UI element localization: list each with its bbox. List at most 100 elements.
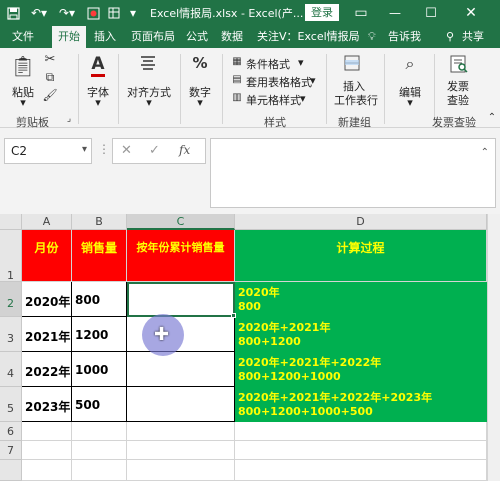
- copy-icon[interactable]: ⧉: [42, 70, 58, 85]
- row-header-6[interactable]: 6: [0, 422, 22, 441]
- column-header-c[interactable]: C: [127, 214, 235, 230]
- close-icon[interactable]: ✕: [460, 4, 482, 22]
- header-cell-process[interactable]: 计算过程: [235, 230, 487, 282]
- conditional-format-button[interactable]: 条件格式: [246, 56, 290, 72]
- cell-c5[interactable]: [127, 387, 235, 422]
- cell-d3[interactable]: 2020年+2021年 800+1200: [235, 317, 487, 352]
- cell-a8[interactable]: [22, 460, 72, 481]
- column-header-b[interactable]: B: [72, 214, 127, 230]
- tab-data[interactable]: 数据: [221, 26, 243, 48]
- record-icon[interactable]: [84, 4, 102, 22]
- maximize-icon[interactable]: ☐: [420, 4, 442, 22]
- cell-c6[interactable]: [127, 422, 235, 441]
- cell-a7[interactable]: [22, 441, 72, 460]
- row-header-8[interactable]: [0, 460, 22, 481]
- insert-function-icon[interactable]: fx: [179, 143, 190, 157]
- tab-formulas[interactable]: 公式: [186, 26, 208, 48]
- cell-c4[interactable]: [127, 352, 235, 387]
- cell-b4[interactable]: 1000: [72, 352, 127, 387]
- cell-b8[interactable]: [72, 460, 127, 481]
- cell-a2[interactable]: 2020年: [22, 282, 72, 317]
- lightbulb-icon[interactable]: 💡︎: [368, 26, 376, 48]
- tab-follow[interactable]: 关注V：Excel情报局: [257, 26, 360, 48]
- cell-b6[interactable]: [72, 422, 127, 441]
- header-cell-cumulative[interactable]: 按年份累计销售量: [127, 230, 235, 282]
- clipboard-launcher-icon[interactable]: ⌟: [64, 114, 74, 124]
- cell-c8[interactable]: [127, 460, 235, 481]
- cell-a5[interactable]: 2023年: [22, 387, 72, 422]
- cancel-icon[interactable]: ✕: [121, 143, 132, 158]
- cell-c7[interactable]: [127, 441, 235, 460]
- column-header-d[interactable]: D: [235, 214, 487, 230]
- name-box-dropdown-icon[interactable]: ▾: [82, 144, 87, 155]
- align-icon[interactable]: [136, 54, 160, 74]
- undo-icon[interactable]: ↶▾: [28, 4, 50, 22]
- fill-handle[interactable]: [231, 313, 236, 318]
- login-button[interactable]: 登录: [305, 4, 339, 21]
- conditional-format-dropdown-icon[interactable]: ▾: [298, 56, 304, 69]
- cell-a6[interactable]: [22, 422, 72, 441]
- row-header-7[interactable]: 7: [0, 441, 22, 460]
- header-cell-sales[interactable]: 销售量: [72, 230, 127, 282]
- cell-d6[interactable]: [235, 422, 487, 441]
- font-dropdown-icon[interactable]: ▾: [84, 96, 112, 109]
- cell-b7[interactable]: [72, 441, 127, 460]
- vertical-scrollbar[interactable]: [487, 214, 500, 481]
- cell-d2[interactable]: 2020年 800: [235, 282, 487, 317]
- expand-formula-icon[interactable]: ⌃: [481, 147, 489, 158]
- cell-d7[interactable]: [235, 441, 487, 460]
- tab-file[interactable]: 文件: [12, 26, 34, 48]
- redo-icon[interactable]: ↷▾: [56, 4, 78, 22]
- column-header-a[interactable]: A: [22, 214, 72, 230]
- tell-me-button[interactable]: 告诉我: [388, 26, 421, 48]
- align-dropdown-icon[interactable]: ▾: [126, 96, 172, 109]
- table-format-button[interactable]: 套用表格格式: [246, 74, 312, 90]
- invoice-icon[interactable]: [446, 54, 472, 78]
- cell-b5[interactable]: 500: [72, 387, 127, 422]
- format-painter-icon[interactable]: 🖌︎: [42, 88, 58, 102]
- cell-d4[interactable]: 2020年+2021年+2022年 800+1200+1000: [235, 352, 487, 387]
- tab-insert[interactable]: 插入: [94, 26, 116, 48]
- percent-icon[interactable]: %: [188, 54, 212, 72]
- cell-style-button[interactable]: 单元格样式: [246, 92, 301, 108]
- cell-a3[interactable]: 2021年: [22, 317, 72, 352]
- number-dropdown-icon[interactable]: ▾: [186, 96, 214, 109]
- formula-input[interactable]: ⌃: [210, 138, 496, 208]
- name-box[interactable]: C2 ▾: [4, 138, 92, 164]
- invoice-check-label[interactable]: 查验: [440, 92, 476, 108]
- select-all-corner[interactable]: [0, 214, 22, 230]
- tab-page-layout[interactable]: 页面布局: [131, 26, 175, 48]
- row-header-5[interactable]: 5: [0, 387, 22, 422]
- ribbon-display-icon[interactable]: ▭: [350, 4, 372, 22]
- cell-c2-selected[interactable]: [127, 282, 235, 317]
- cell-style-dropdown-icon[interactable]: ▾: [300, 92, 306, 105]
- search-icon[interactable]: ⌕: [398, 54, 422, 74]
- paste-dropdown-icon[interactable]: ▾: [10, 96, 36, 109]
- cell-d8[interactable]: [235, 460, 487, 481]
- cell-b3[interactable]: 1200: [72, 317, 127, 352]
- header-cell-month[interactable]: 月份: [22, 230, 72, 282]
- enter-icon[interactable]: ✓: [149, 143, 160, 158]
- tab-home[interactable]: 开始: [52, 26, 86, 48]
- collapse-ribbon-icon[interactable]: ⌃: [486, 112, 498, 123]
- row-header-2[interactable]: 2: [0, 282, 22, 317]
- font-icon[interactable]: A: [86, 54, 110, 77]
- cell-d5[interactable]: 2020年+2021年+2022年+2023年 800+1200+1000+50…: [235, 387, 487, 422]
- table-format-dropdown-icon[interactable]: ▾: [310, 74, 316, 87]
- row-header-4[interactable]: 4: [0, 352, 22, 387]
- customize-qat-icon[interactable]: ▾: [126, 4, 140, 22]
- edit-dropdown-icon[interactable]: ▾: [392, 96, 428, 109]
- format-icon[interactable]: [106, 4, 122, 22]
- row-header-1[interactable]: 1: [0, 230, 22, 282]
- cell-b2[interactable]: 800: [72, 282, 127, 317]
- cut-icon[interactable]: ✂: [42, 52, 58, 67]
- share-button[interactable]: 共享: [462, 26, 484, 48]
- process-line-2: 800+1200: [238, 335, 301, 348]
- save-icon[interactable]: [4, 4, 22, 22]
- clipboard-icon[interactable]: 📋︎: [10, 54, 36, 78]
- work-line-label[interactable]: 工作表行: [334, 92, 378, 108]
- minimize-icon[interactable]: —: [384, 4, 406, 22]
- row-header-3[interactable]: 3: [0, 317, 22, 352]
- insert-row-icon[interactable]: [340, 54, 364, 76]
- cell-a4[interactable]: 2022年: [22, 352, 72, 387]
